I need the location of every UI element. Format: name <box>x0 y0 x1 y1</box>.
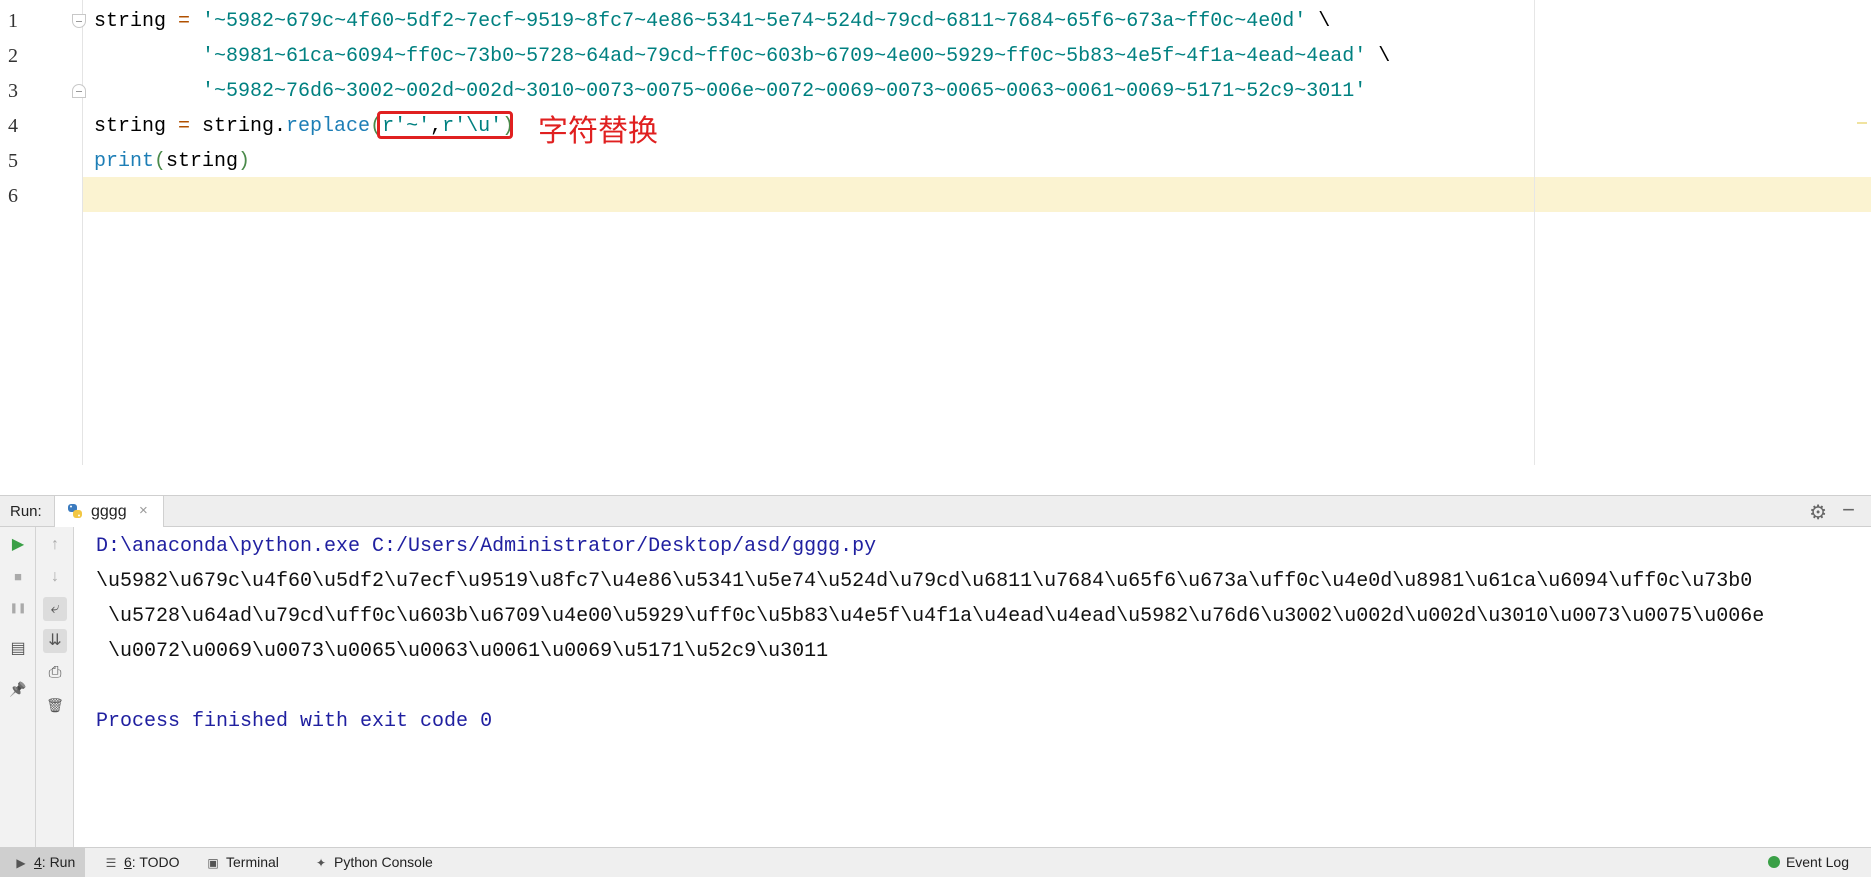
terminal-tool-button[interactable]: ▣ Terminal <box>206 848 279 877</box>
console-line: Process finished with exit code 0 <box>96 710 493 733</box>
code-token: \ <box>1366 45 1391 68</box>
code-line[interactable]: '~5982~76d6~3002~002d~002d~3010~0073~007… <box>94 74 1366 109</box>
line-number: 5 <box>8 150 18 172</box>
stop-icon[interactable]: ■ <box>6 565 30 589</box>
terminal-icon: ▣ <box>207 856 219 870</box>
code-line[interactable]: print(string) <box>94 144 250 179</box>
code-token: = <box>178 115 191 138</box>
trash-icon[interactable]: 🗑 <box>43 693 67 717</box>
todo-tool-button[interactable]: ☰ 6: TODO <box>104 848 180 877</box>
run-panel-label: Run: <box>10 503 42 520</box>
event-log-label: Event Log <box>1785 854 1849 870</box>
close-icon[interactable]: × <box>139 502 148 519</box>
console-line: \u5728\u64ad\u79cd\uff0c\u603b\u6709\u4e… <box>96 605 1765 628</box>
annotation-box <box>377 111 513 139</box>
minimize-icon[interactable]: − <box>1842 497 1855 523</box>
terminal-tool-label: Terminal <box>226 854 279 870</box>
code-token: ( <box>154 150 167 173</box>
fold-start-icon[interactable] <box>72 14 86 28</box>
code-token: string. <box>190 115 287 138</box>
list-icon: ☰ <box>105 856 117 870</box>
pin-icon[interactable]: 📌 <box>6 677 30 701</box>
console-line: D:\anaconda\python.exe C:/Users/Administ… <box>96 535 877 558</box>
print-icon[interactable]: ⎙ <box>43 661 67 685</box>
run-toolbar-secondary: ↑ ↓ ⤶ ⇊ ⎙ 🗑 <box>36 527 74 847</box>
annotation-label: 字符替换 <box>538 114 658 149</box>
run-toolbar-primary: ▶ ■ ❚❚ ▤ 📌 <box>0 527 36 847</box>
right-margin-guide <box>1534 0 1535 465</box>
python-console-icon: ✦ <box>315 856 327 870</box>
code-token: = <box>178 10 191 33</box>
gear-icon[interactable]: ⚙ <box>1809 500 1827 525</box>
line-number: 3 <box>8 80 18 102</box>
code-token: ) <box>238 150 251 173</box>
run-tab-label: gggg <box>91 503 127 520</box>
line-number: 6 <box>8 185 18 207</box>
code-line[interactable]: string = '~5982~679c~4f60~5df2~7ecf~9519… <box>94 4 1330 39</box>
code-token: '~5982~76d6~3002~002d~002d~3010~0073~007… <box>202 80 1367 103</box>
run-triangle-icon: ▶ <box>16 856 26 870</box>
up-arrow-icon[interactable]: ↑ <box>43 533 67 557</box>
line-number: 2 <box>8 45 18 67</box>
line-number: 4 <box>8 115 18 137</box>
fold-end-icon[interactable] <box>72 84 86 98</box>
todo-tool-label: : TODO <box>131 854 180 870</box>
code-token: '~8981~61ca~6094~ff0c~73b0~5728~64ad~79c… <box>202 45 1367 68</box>
soft-wrap-icon[interactable]: ⤶ <box>43 597 67 621</box>
event-log-button[interactable]: Event Log <box>1767 848 1849 877</box>
rerun-icon[interactable]: ▶ <box>6 533 30 557</box>
code-token: string <box>166 150 239 173</box>
code-token: \ <box>1306 10 1331 33</box>
run-tool-button[interactable]: ▶ 4: Run <box>0 848 86 877</box>
run-tool-label: : Run <box>41 854 76 870</box>
console-line: \u5982\u679c\u4f60\u5df2\u7ecf\u9519\u8f… <box>96 570 1753 593</box>
scrollbar-marker[interactable] <box>1857 122 1867 124</box>
code-editor[interactable]: 1 2 3 4 5 6 string = '~5982~679c~4f60~5d… <box>0 0 1871 465</box>
code-line[interactable]: '~8981~61ca~6094~ff0c~73b0~5728~64ad~79c… <box>94 39 1390 74</box>
pause-icon[interactable]: ❚❚ <box>6 597 30 621</box>
run-console-output[interactable]: D:\anaconda\python.exe C:/Users/Administ… <box>74 527 1871 847</box>
run-tab-gggg[interactable]: gggg × <box>54 496 164 527</box>
python-console-tool-label: Python Console <box>334 854 433 870</box>
code-token: string <box>94 10 179 33</box>
run-panel-header: Run: gggg × ⚙ − <box>0 495 1871 527</box>
console-line: \u0072\u0069\u0073\u0065\u0063\u0061\u00… <box>96 640 829 663</box>
code-token: replace <box>286 115 371 138</box>
code-token: '~5982~679c~4f60~5df2~7ecf~9519~8fc7~4e8… <box>202 10 1307 33</box>
code-token: print <box>94 150 155 173</box>
down-arrow-icon[interactable]: ↓ <box>43 565 67 589</box>
run-mnemonic: 4 <box>34 854 42 870</box>
python-file-icon <box>68 504 82 518</box>
current-line-highlight <box>82 177 1871 212</box>
tool-window-bar: ▶ 4: Run ☰ 6: TODO ▣ Terminal ✦ Python Conso… <box>0 847 1871 877</box>
todo-mnemonic: 6 <box>124 854 132 870</box>
event-log-icon <box>1767 856 1780 869</box>
layout-icon[interactable]: ▤ <box>6 637 30 661</box>
python-console-tool-button[interactable]: ✦ Python Console <box>314 848 433 877</box>
code-token: string <box>94 115 179 138</box>
line-number-gutter[interactable]: 1 2 3 4 5 6 <box>0 0 86 465</box>
scroll-to-end-icon[interactable]: ⇊ <box>43 629 67 653</box>
line-number: 1 <box>8 10 18 32</box>
